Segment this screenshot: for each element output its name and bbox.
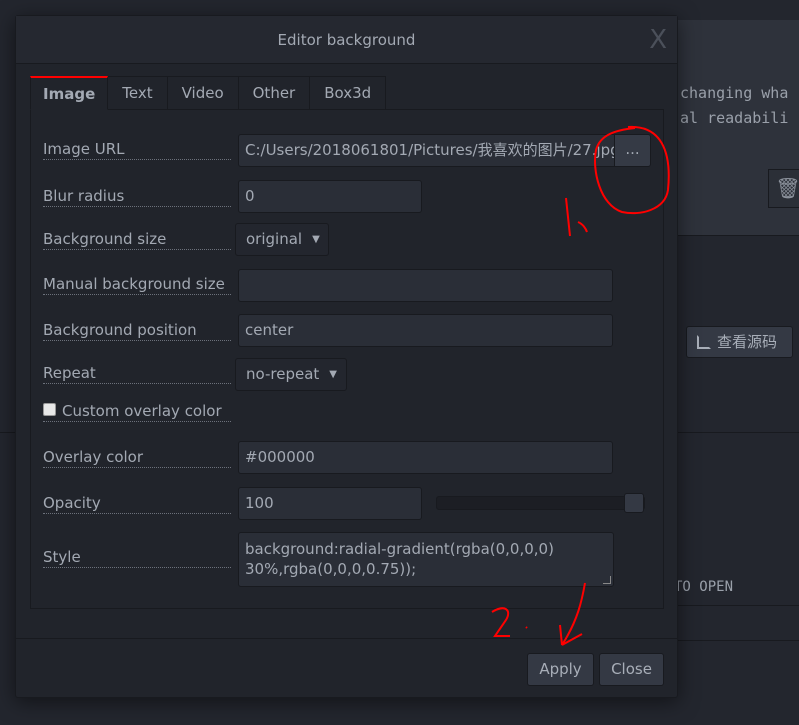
editor-background-dialog: Editor background X Image Text Video Oth… xyxy=(15,15,678,698)
manual-background-size-input[interactable] xyxy=(238,269,613,302)
image-url-label: Image URL xyxy=(43,140,231,160)
manual-background-size-label: Manual background size xyxy=(43,275,231,295)
opacity-label: Opacity xyxy=(43,494,231,514)
dialog-header: Editor background X xyxy=(16,16,677,64)
apply-button[interactable]: Apply xyxy=(527,653,594,686)
divider xyxy=(677,235,799,236)
repeat-select[interactable]: no-repeat ▼ xyxy=(235,358,347,391)
overlay-color-input[interactable]: #000000 xyxy=(238,441,613,474)
tab-image[interactable]: Image xyxy=(30,76,109,110)
opacity-input[interactable]: 100 xyxy=(238,487,422,520)
dialog-title: Editor background xyxy=(277,31,416,49)
repeat-label: Repeat xyxy=(43,364,231,384)
custom-overlay-color-row[interactable]: Custom overlay color xyxy=(43,402,231,422)
browse-button[interactable]: ... xyxy=(614,134,651,167)
overlay-color-label: Overlay color xyxy=(43,448,231,468)
delete-button[interactable]: 🗑 xyxy=(768,169,799,208)
tab-other[interactable]: Other xyxy=(238,76,311,110)
style-value: background:radial-gradient(rgba(0,0,0,0)… xyxy=(245,540,554,578)
background-position-input[interactable]: center xyxy=(238,314,613,347)
opacity-slider-thumb[interactable] xyxy=(624,493,644,513)
background-size-label: Background size xyxy=(43,230,231,250)
view-source-label: 查看源码 xyxy=(717,333,778,351)
dropdown-arrow-icon: ▼ xyxy=(312,234,320,245)
style-label: Style xyxy=(43,548,231,568)
trash-icon: 🗑 xyxy=(775,176,799,200)
background-text: TO OPEN xyxy=(674,579,734,595)
image-url-input[interactable]: C:/Users/2018061801/Pictures/我喜欢的图片/27.j… xyxy=(238,134,615,167)
close-button[interactable]: Close xyxy=(599,653,664,686)
background-size-value: original xyxy=(246,230,303,248)
tab-box3d[interactable]: Box3d xyxy=(310,76,387,110)
background-text: changing wha xyxy=(680,84,789,102)
background-position-label: Background position xyxy=(43,321,231,341)
resize-grip-icon[interactable] xyxy=(603,576,611,584)
view-source-button[interactable]: 查看源码 xyxy=(686,326,793,358)
repeat-value: no-repeat xyxy=(246,365,320,383)
divider xyxy=(677,605,799,606)
custom-overlay-color-checkbox[interactable] xyxy=(43,403,56,416)
external-link-icon xyxy=(697,335,711,349)
divider xyxy=(677,432,799,433)
background-text: al readabili xyxy=(680,109,789,127)
opacity-slider[interactable] xyxy=(436,493,645,513)
dropdown-arrow-icon: ▼ xyxy=(329,369,337,380)
tab-bar: Image Text Video Other Box3d xyxy=(30,76,387,110)
style-textarea[interactable]: background:radial-gradient(rgba(0,0,0,0)… xyxy=(238,532,614,587)
blur-radius-input[interactable]: 0 xyxy=(238,180,422,213)
image-tab-panel: Image URL C:/Users/2018061801/Pictures/我… xyxy=(30,109,664,609)
custom-overlay-color-label: Custom overlay color xyxy=(62,402,222,420)
blur-radius-label: Blur radius xyxy=(43,187,231,207)
divider xyxy=(677,640,799,641)
dialog-footer: Apply Close xyxy=(16,638,677,698)
tab-video[interactable]: Video xyxy=(167,76,239,110)
close-icon[interactable]: X xyxy=(649,16,667,64)
tab-text[interactable]: Text xyxy=(108,76,168,110)
background-size-select[interactable]: original ▼ xyxy=(235,223,329,256)
